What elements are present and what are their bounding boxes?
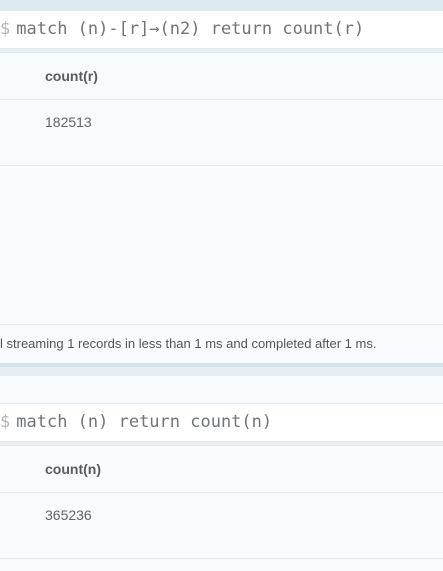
result-empty-area: [0, 166, 443, 325]
result-frame-2: $ match (n) return count(n) count(n) 3652…: [0, 376, 443, 571]
prompt-symbol: $: [0, 412, 11, 432]
query-text[interactable]: match (n)-[r]→(n2) return count(r): [16, 19, 364, 39]
frame-divider: [0, 367, 443, 376]
query-text[interactable]: match (n) return count(n): [16, 412, 272, 432]
status-message: l streaming 1 records in less than 1 ms …: [0, 325, 443, 367]
frame-spacer: [0, 376, 443, 404]
query-bar[interactable]: $ match (n)-[r]→(n2) return count(r): [0, 11, 443, 49]
table-cell: 182513: [0, 100, 443, 166]
query-bar[interactable]: $ match (n) return count(n): [0, 404, 443, 442]
result-frame-1: $ match (n)-[r]→(n2) return count(r) coun…: [0, 10, 443, 368]
column-header: count(r): [0, 53, 443, 100]
prompt-symbol: $: [0, 19, 11, 39]
column-header: count(n): [0, 446, 443, 493]
table-cell: 365236: [0, 493, 443, 559]
